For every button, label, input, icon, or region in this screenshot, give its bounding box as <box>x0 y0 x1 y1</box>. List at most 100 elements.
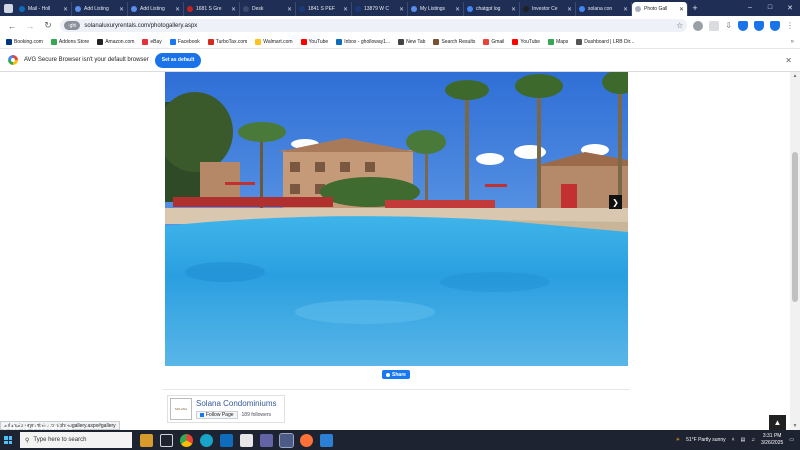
browser-tab[interactable]: My Listings ✕ <box>408 2 464 16</box>
tab-close-icon[interactable]: ✕ <box>287 6 292 13</box>
edge-app-icon[interactable] <box>200 433 213 447</box>
browser-tab[interactable]: Add Listing ✕ <box>128 2 184 16</box>
browser-tab[interactable]: Investor Ce ✕ <box>520 2 576 16</box>
shield-check-icon[interactable] <box>754 20 764 31</box>
bookmark-item[interactable]: New Tab <box>398 38 425 45</box>
browser-tab[interactable]: chatgpt log ✕ <box>464 2 520 16</box>
bookmark-item[interactable]: Gmail <box>483 38 504 45</box>
bookmark-star-icon[interactable]: ☆ <box>676 21 683 30</box>
browser-tab[interactable]: 1681 S Gre ✕ <box>184 2 240 16</box>
browser-tab[interactable]: 1841 S PEF ✕ <box>296 2 352 16</box>
taskbar-clock[interactable]: 3:31 PM 3/26/2025 <box>761 433 783 447</box>
solana-logo[interactable]: SOLANA <box>170 398 192 420</box>
bookmark-item[interactable]: Dashboard | LRB Dir... <box>576 38 634 45</box>
browser-tab[interactable]: Desk ✕ <box>240 2 296 16</box>
bookmark-item[interactable]: eBay <box>142 38 162 45</box>
tab-close-icon[interactable]: ✕ <box>511 6 516 13</box>
bookmark-item[interactable]: Facebook <box>169 38 200 45</box>
extensions-puzzle-icon[interactable] <box>709 20 720 31</box>
weather-icon[interactable]: ☀ <box>676 437 680 443</box>
maximize-icon[interactable]: □ <box>760 4 780 12</box>
bookmark-label: Facebook <box>177 38 200 45</box>
start-button[interactable] <box>0 430 16 450</box>
extension-icon[interactable] <box>693 20 704 31</box>
weather-text[interactable]: 51°F Partly sunny <box>686 437 726 443</box>
tab-title: 13879 W C <box>364 6 390 12</box>
tab-title: My Listings <box>420 6 446 12</box>
teams-app-icon[interactable] <box>260 433 273 447</box>
bookmark-favicon-icon <box>483 38 490 45</box>
forward-icon[interactable]: → <box>24 20 36 32</box>
url-text[interactable]: solanaluxuryrentals.com/photogallery.asp… <box>84 23 672 29</box>
tab-close-icon[interactable]: ✕ <box>343 6 348 13</box>
back-icon[interactable]: ← <box>6 20 18 32</box>
window-menu-icon[interactable] <box>0 0 16 16</box>
minimize-icon[interactable]: – <box>740 4 760 12</box>
set-default-button[interactable]: Set as default <box>154 52 202 68</box>
tab-close-icon[interactable]: ✕ <box>119 6 124 13</box>
follow-page-button[interactable]: Follow Page <box>196 411 238 419</box>
file-explorer-app-icon[interactable] <box>140 433 153 447</box>
infobar-close-icon[interactable]: ✕ <box>785 56 792 65</box>
tab-close-icon[interactable]: ✕ <box>679 6 684 13</box>
task-view-icon[interactable] <box>160 433 173 447</box>
bookmark-item[interactable]: YouTube <box>300 38 328 45</box>
tab-close-icon[interactable]: ✕ <box>63 6 68 13</box>
notifications-icon[interactable]: ▭ <box>789 437 794 443</box>
gallery-next-button[interactable]: ❯ <box>609 195 622 209</box>
tab-favicon-icon <box>75 6 81 12</box>
tab-close-icon[interactable]: ✕ <box>623 6 628 13</box>
outlook-app-icon[interactable] <box>220 433 233 447</box>
mail-app-icon[interactable] <box>240 433 253 447</box>
browser-tab[interactable]: solana con ✕ <box>576 2 632 16</box>
network-icon[interactable]: ▤ <box>741 437 746 443</box>
bookmarks-more-icon[interactable]: » <box>791 39 794 45</box>
bookmark-item[interactable]: Inbox - gholloway1... <box>336 38 390 45</box>
volume-icon[interactable]: ♫ <box>751 437 755 443</box>
tab-title: Add Listing <box>84 6 109 12</box>
firefox-app-icon[interactable] <box>300 433 313 447</box>
bookmark-item[interactable]: YouTube <box>512 38 540 45</box>
tab-close-icon[interactable]: ✕ <box>175 6 180 13</box>
new-tab-button[interactable]: + <box>688 3 702 13</box>
page-scrollbar[interactable]: ▲ ▼ <box>790 72 800 430</box>
scroll-down-icon[interactable]: ▼ <box>791 423 799 429</box>
site-info-badge[interactable]: ·ghi <box>64 21 81 30</box>
bookmark-item[interactable]: Addons Store <box>50 38 89 45</box>
menu-kebab-icon[interactable]: ⋮ <box>786 21 794 30</box>
bookmark-item[interactable]: Booking.com <box>6 38 43 45</box>
download-icon[interactable]: ⇩ <box>725 21 732 30</box>
pen-app-icon[interactable] <box>320 433 333 447</box>
tab-close-icon[interactable]: ✕ <box>231 6 236 13</box>
browser-tab[interactable]: Mail - Holl ✕ <box>16 2 72 16</box>
taskbar-search-box[interactable]: ⚲ Type here to search <box>20 432 132 448</box>
page-content: ❯ Share SOLANA Solana Condominiums Follo… <box>0 72 790 430</box>
shield-icon[interactable] <box>738 20 748 31</box>
bookmark-item[interactable]: Maps <box>548 38 568 45</box>
address-bar[interactable]: ·ghi solanaluxuryrentals.com/photogaller… <box>60 19 688 32</box>
tab-close-icon[interactable]: ✕ <box>399 6 404 13</box>
bookmark-item[interactable]: Amazon.com <box>97 38 134 45</box>
bookmark-item[interactable]: TurboTax.com <box>207 38 247 45</box>
browser-logo-icon <box>8 55 18 65</box>
chrome-app-icon[interactable] <box>180 433 193 447</box>
facebook-page-name[interactable]: Solana Condominiums <box>196 399 277 408</box>
bookmark-item[interactable]: Search Results <box>433 38 475 45</box>
tray-chevron-icon[interactable]: ˄ <box>732 437 735 443</box>
security-icon[interactable] <box>770 20 780 31</box>
scroll-up-icon[interactable]: ▲ <box>791 73 799 79</box>
bookmark-item[interactable]: Walmart.com <box>255 38 293 45</box>
browser-tab[interactable]: Add Listing ✕ <box>72 2 128 16</box>
tab-close-icon[interactable]: ✕ <box>567 6 572 13</box>
avg-browser-app-icon[interactable] <box>279 432 294 448</box>
bookmark-favicon-icon <box>336 38 343 45</box>
facebook-share-button[interactable]: Share <box>382 370 410 379</box>
close-window-icon[interactable]: ✕ <box>780 4 800 12</box>
back-to-top-button[interactable]: ▲ <box>769 415 786 430</box>
browser-tab[interactable]: 13879 W C ✕ <box>352 2 408 16</box>
tab-close-icon[interactable]: ✕ <box>455 6 460 13</box>
scrollbar-thumb[interactable] <box>792 152 798 302</box>
tab-title: 1841 S PEF <box>308 6 335 12</box>
reload-icon[interactable]: ↻ <box>42 20 54 32</box>
browser-tab[interactable]: Photo Gall ✕ <box>632 2 688 16</box>
